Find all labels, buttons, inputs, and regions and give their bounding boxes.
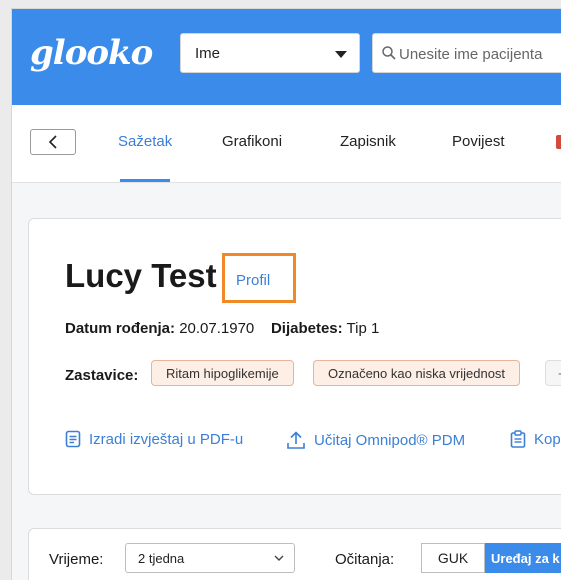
profile-highlight: Profil — [222, 253, 296, 303]
dob-label: Datum rođenja: — [65, 320, 176, 337]
chevron-left-icon — [48, 135, 57, 149]
glooko-logo[interactable]: glooko — [30, 33, 153, 73]
app-frame: glooko Ime Sažetak Grafikoni Zapisnik Po… — [11, 8, 561, 580]
patient-search[interactable] — [372, 33, 561, 73]
tab-zapisnik[interactable]: Zapisnik — [340, 133, 396, 150]
summary-controls: Vrijeme: 2 tjedna Očitanja: GUK Uređaj z… — [28, 528, 561, 580]
name-select-value: Ime — [195, 45, 221, 62]
active-tab-indicator — [120, 179, 170, 182]
copy-label: Kop — [534, 430, 561, 448]
clipboard-icon — [510, 430, 526, 448]
next-tab-edge[interactable] — [556, 135, 561, 149]
tab-povijest[interactable]: Povijest — [452, 133, 505, 150]
patient-info-line: Datum rođenja: 20.07.1970 Dijabetes: Tip… — [65, 320, 379, 337]
caret-down-icon — [335, 51, 347, 58]
upload-icon — [287, 431, 305, 449]
tab-bar: Sažetak Grafikoni Zapisnik Povijest — [12, 105, 561, 183]
top-header: glooko Ime — [12, 9, 561, 105]
tab-sazetak[interactable]: Sažetak — [118, 133, 172, 150]
name-select[interactable]: Ime — [180, 33, 360, 73]
time-period-select[interactable]: 2 tjedna — [125, 543, 295, 573]
profile-link[interactable]: Profil — [236, 272, 270, 289]
diabetes-value: Tip 1 — [346, 320, 380, 337]
time-label: Vrijeme: — [49, 551, 104, 568]
document-icon — [65, 430, 81, 448]
flags-more-button[interactable]: + — [545, 360, 561, 386]
upload-omnipod-label: Učitaj Omnipod® PDM — [314, 431, 466, 449]
flags-label: Zastavice: — [65, 367, 139, 384]
copy-link[interactable]: Kop — [510, 430, 561, 448]
guk-toggle-button[interactable]: GUK — [421, 543, 485, 573]
time-period-value: 2 tjedna — [138, 551, 185, 566]
patient-name: Lucy Test — [65, 257, 217, 294]
create-pdf-report-link[interactable]: Izradi izvještaj u PDF-u — [65, 430, 243, 448]
dob-value: 20.07.1970 — [179, 320, 255, 337]
patient-summary-card: Lucy Test Profil Datum rođenja: 20.07.19… — [28, 218, 561, 495]
device-toggle-button[interactable]: Uređaj za k — [485, 543, 561, 573]
diabetes-label: Dijabetes: — [270, 320, 343, 337]
readings-label: Očitanja: — [335, 551, 395, 568]
flag-hypo-pattern[interactable]: Ritam hipoglikemije — [151, 360, 294, 386]
tab-grafikoni[interactable]: Grafikoni — [222, 133, 282, 150]
flag-low-value[interactable]: Označeno kao niska vrijednost — [313, 360, 521, 386]
chevron-down-icon — [274, 555, 284, 561]
upload-omnipod-link[interactable]: Učitaj Omnipod® PDM — [286, 430, 465, 450]
create-pdf-report-label: Izradi izvještaj u PDF-u — [89, 430, 244, 448]
patient-search-input[interactable] — [399, 42, 561, 66]
search-icon — [382, 46, 396, 60]
back-button[interactable] — [30, 129, 76, 155]
